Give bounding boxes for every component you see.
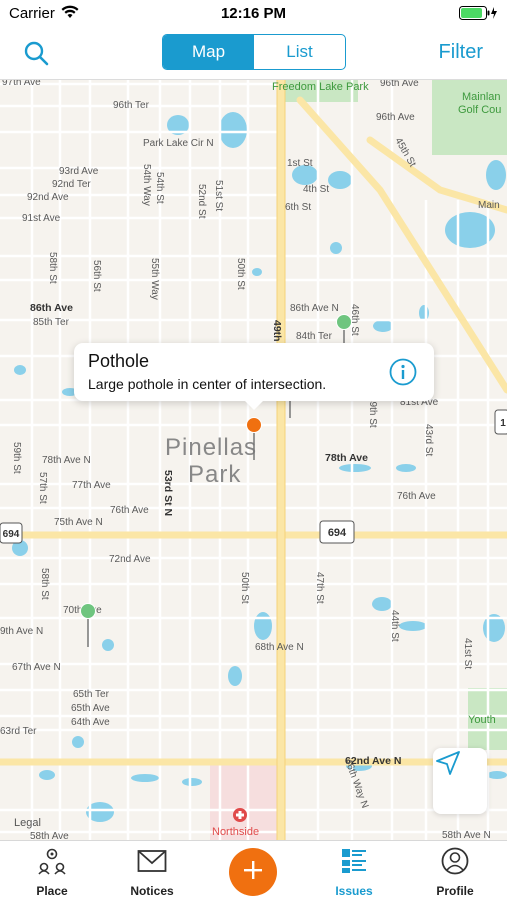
svg-text:63rd Ter: 63rd Ter [0, 726, 37, 737]
tab-bar: Place Notices Issues Profile [0, 840, 507, 900]
svg-text:78th Ave N: 78th Ave N [42, 455, 91, 466]
svg-text:56th St: 56th St [91, 260, 102, 292]
svg-text:64th Ave: 64th Ave [71, 717, 110, 728]
map-segment[interactable]: Map [163, 35, 254, 69]
svg-text:54th Way: 54th Way [141, 164, 152, 206]
svg-text:43rd St: 43rd St [423, 424, 434, 456]
svg-text:86th Ave N: 86th Ave N [290, 303, 339, 314]
view-toggle: Map List [162, 34, 346, 70]
svg-text:84th Ter: 84th Ter [296, 331, 333, 342]
hospital-icon [233, 808, 247, 822]
place-icon [37, 847, 67, 880]
envelope-icon [137, 847, 167, 880]
legal-link[interactable]: Legal [14, 817, 41, 829]
svg-text:96th Ter: 96th Ter [113, 100, 150, 111]
golf-label: Mainlan [462, 91, 501, 103]
svg-text:68th Ave N: 68th Ave N [255, 642, 304, 653]
svg-text:694: 694 [328, 527, 347, 539]
park-label: Freedom Lake Park [272, 81, 369, 93]
svg-text:6th St: 6th St [285, 202, 311, 213]
svg-text:96th Ave: 96th Ave [376, 112, 415, 123]
svg-text:47th St: 47th St [314, 572, 325, 604]
status-bar: Carrier 12:16 PM [0, 0, 507, 28]
info-icon[interactable] [389, 358, 417, 386]
svg-text:51st St: 51st St [213, 180, 224, 211]
svg-text:86th Ave: 86th Ave [30, 302, 73, 314]
svg-text:694: 694 [3, 529, 20, 540]
map-canvas: 694 694 1 Freedom Lake Park Mainlan Golf… [0, 80, 507, 840]
tab-issues-label: Issues [335, 884, 373, 898]
svg-text:65th Ter: 65th Ter [73, 689, 110, 700]
svg-text:9th Ave N: 9th Ave N [0, 626, 43, 637]
svg-text:93rd Ave: 93rd Ave [59, 166, 99, 177]
tab-issues[interactable]: Issues [314, 847, 394, 898]
nav-bar: Map List Filter [0, 28, 507, 80]
hospital-label: Northside [212, 826, 259, 838]
filter-button[interactable]: Filter [439, 41, 483, 64]
svg-text:77th Ave: 77th Ave [72, 480, 111, 491]
search-icon[interactable] [22, 39, 52, 69]
svg-text:44th St: 44th St [389, 610, 400, 642]
svg-text:Main: Main [478, 200, 500, 211]
svg-text:76th Ave: 76th Ave [397, 491, 436, 502]
plus-icon [242, 859, 264, 886]
svg-text:65th Ave: 65th Ave [71, 703, 110, 714]
svg-text:78th Ave: 78th Ave [325, 452, 368, 464]
route-694-shield-right: 694 [319, 520, 355, 544]
svg-text:53rd St N: 53rd St N [162, 470, 174, 516]
svg-text:41st St: 41st St [462, 638, 473, 669]
profile-icon [440, 847, 470, 880]
tab-place[interactable]: Place [12, 847, 92, 898]
city-label-1: Pinellas [165, 434, 257, 461]
svg-text:49th: 49th [271, 320, 283, 342]
issue-callout[interactable]: Pothole Large pothole in center of inter… [74, 343, 434, 410]
svg-text:67th Ave N: 67th Ave N [12, 662, 61, 673]
svg-text:59th St: 59th St [11, 442, 22, 474]
svg-text:76th Ave: 76th Ave [110, 505, 149, 516]
svg-text:4th St: 4th St [303, 184, 329, 195]
callout-title: Pothole [88, 351, 150, 371]
svg-text:58th St: 58th St [47, 252, 58, 284]
svg-text:50th St: 50th St [235, 258, 246, 290]
battery-icon [459, 6, 499, 20]
list-segment[interactable]: List [254, 35, 345, 69]
svg-text:92nd Ave: 92nd Ave [27, 192, 69, 203]
issues-list-icon [339, 847, 369, 880]
svg-text:54th St: 54th St [154, 172, 165, 204]
callout-description: Large pothole in center of intersection. [88, 376, 327, 392]
city-label-2: Park [188, 461, 241, 488]
tab-place-label: Place [36, 884, 68, 898]
clock: 12:16 PM [220, 5, 287, 22]
tab-profile-label: Profile [436, 884, 474, 898]
route-shield-right-edge: 1 [494, 409, 507, 435]
add-issue-button[interactable] [229, 848, 277, 896]
svg-text:96th Ave: 96th Ave [380, 80, 419, 89]
svg-text:97th Ave: 97th Ave [2, 80, 41, 88]
youth-label: Youth [468, 714, 496, 726]
svg-text:58th Ave N: 58th Ave N [442, 830, 491, 840]
svg-text:1: 1 [500, 418, 506, 429]
svg-text:75th Ave N: 75th Ave N [54, 517, 103, 528]
svg-text:92nd Ter: 92nd Ter [52, 179, 91, 190]
svg-text:52nd St: 52nd St [196, 184, 207, 219]
svg-text:58th St: 58th St [39, 568, 50, 600]
svg-text:85th Ter: 85th Ter [33, 317, 70, 328]
svg-text:1st St: 1st St [287, 158, 313, 169]
svg-text:Park Lake Cir N: Park Lake Cir N [143, 138, 214, 149]
tab-profile[interactable]: Profile [415, 847, 495, 898]
svg-text:58th Ave: 58th Ave [30, 831, 69, 840]
route-694-shield-left: 694 [0, 522, 23, 544]
map-view[interactable]: 694 694 1 Freedom Lake Park Mainlan Golf… [0, 80, 507, 840]
svg-text:55th Way: 55th Way [149, 258, 160, 300]
tab-notices[interactable]: Notices [112, 847, 192, 898]
issue-pin-green-1 [80, 603, 96, 647]
svg-text:57th St: 57th St [37, 472, 48, 504]
tab-notices-label: Notices [130, 884, 174, 898]
svg-text:91st Ave: 91st Ave [22, 213, 61, 224]
svg-text:72nd Ave: 72nd Ave [109, 554, 151, 565]
svg-text:50th St: 50th St [239, 572, 250, 604]
golf-label-2: Golf Cou [458, 104, 501, 116]
locate-me-button[interactable] [433, 748, 487, 814]
